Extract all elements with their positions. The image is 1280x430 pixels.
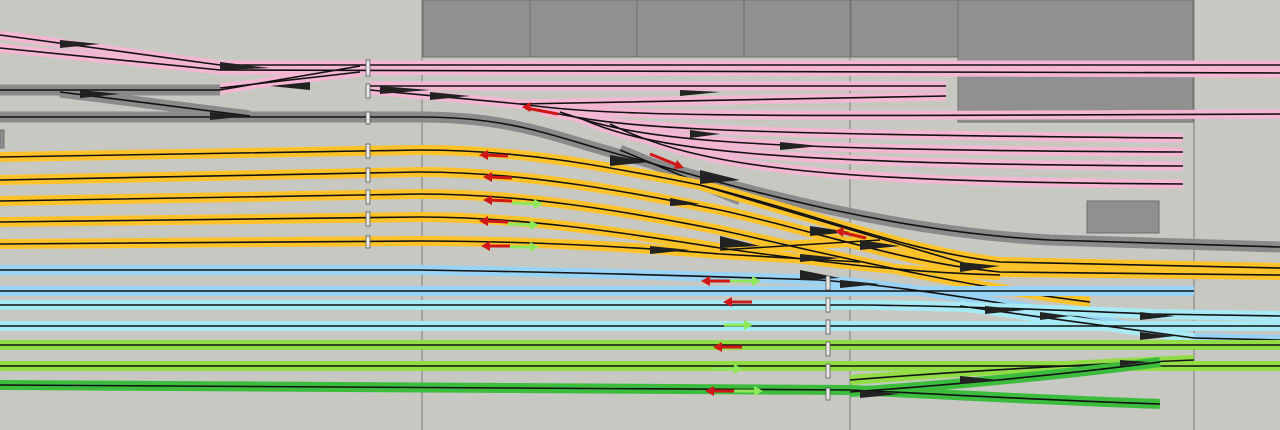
marker-post <box>825 319 831 335</box>
marker-post <box>365 111 371 125</box>
marker-post <box>825 387 831 401</box>
building-block <box>422 0 531 58</box>
track-layout-diagram <box>0 0 1280 430</box>
track-layout-canvas <box>0 0 1280 430</box>
switch-frog <box>680 90 720 96</box>
marker-post <box>365 235 371 249</box>
marker-post <box>365 59 371 77</box>
cyan-track <box>0 300 1280 321</box>
building-block <box>850 0 959 58</box>
marker-post <box>365 189 371 205</box>
marker-post <box>825 363 831 379</box>
marker-post <box>825 341 831 357</box>
marker-post <box>825 297 831 313</box>
cyan-track-group <box>0 300 1280 343</box>
marker-post <box>365 211 371 227</box>
small-building <box>1086 200 1160 234</box>
marker-post <box>365 167 371 183</box>
building-block <box>529 0 638 58</box>
building-block <box>636 0 745 58</box>
marker-post <box>365 83 371 99</box>
edge-marker <box>0 129 5 149</box>
building-block <box>743 0 852 58</box>
marker-post <box>365 143 371 159</box>
marker-post <box>825 275 831 291</box>
